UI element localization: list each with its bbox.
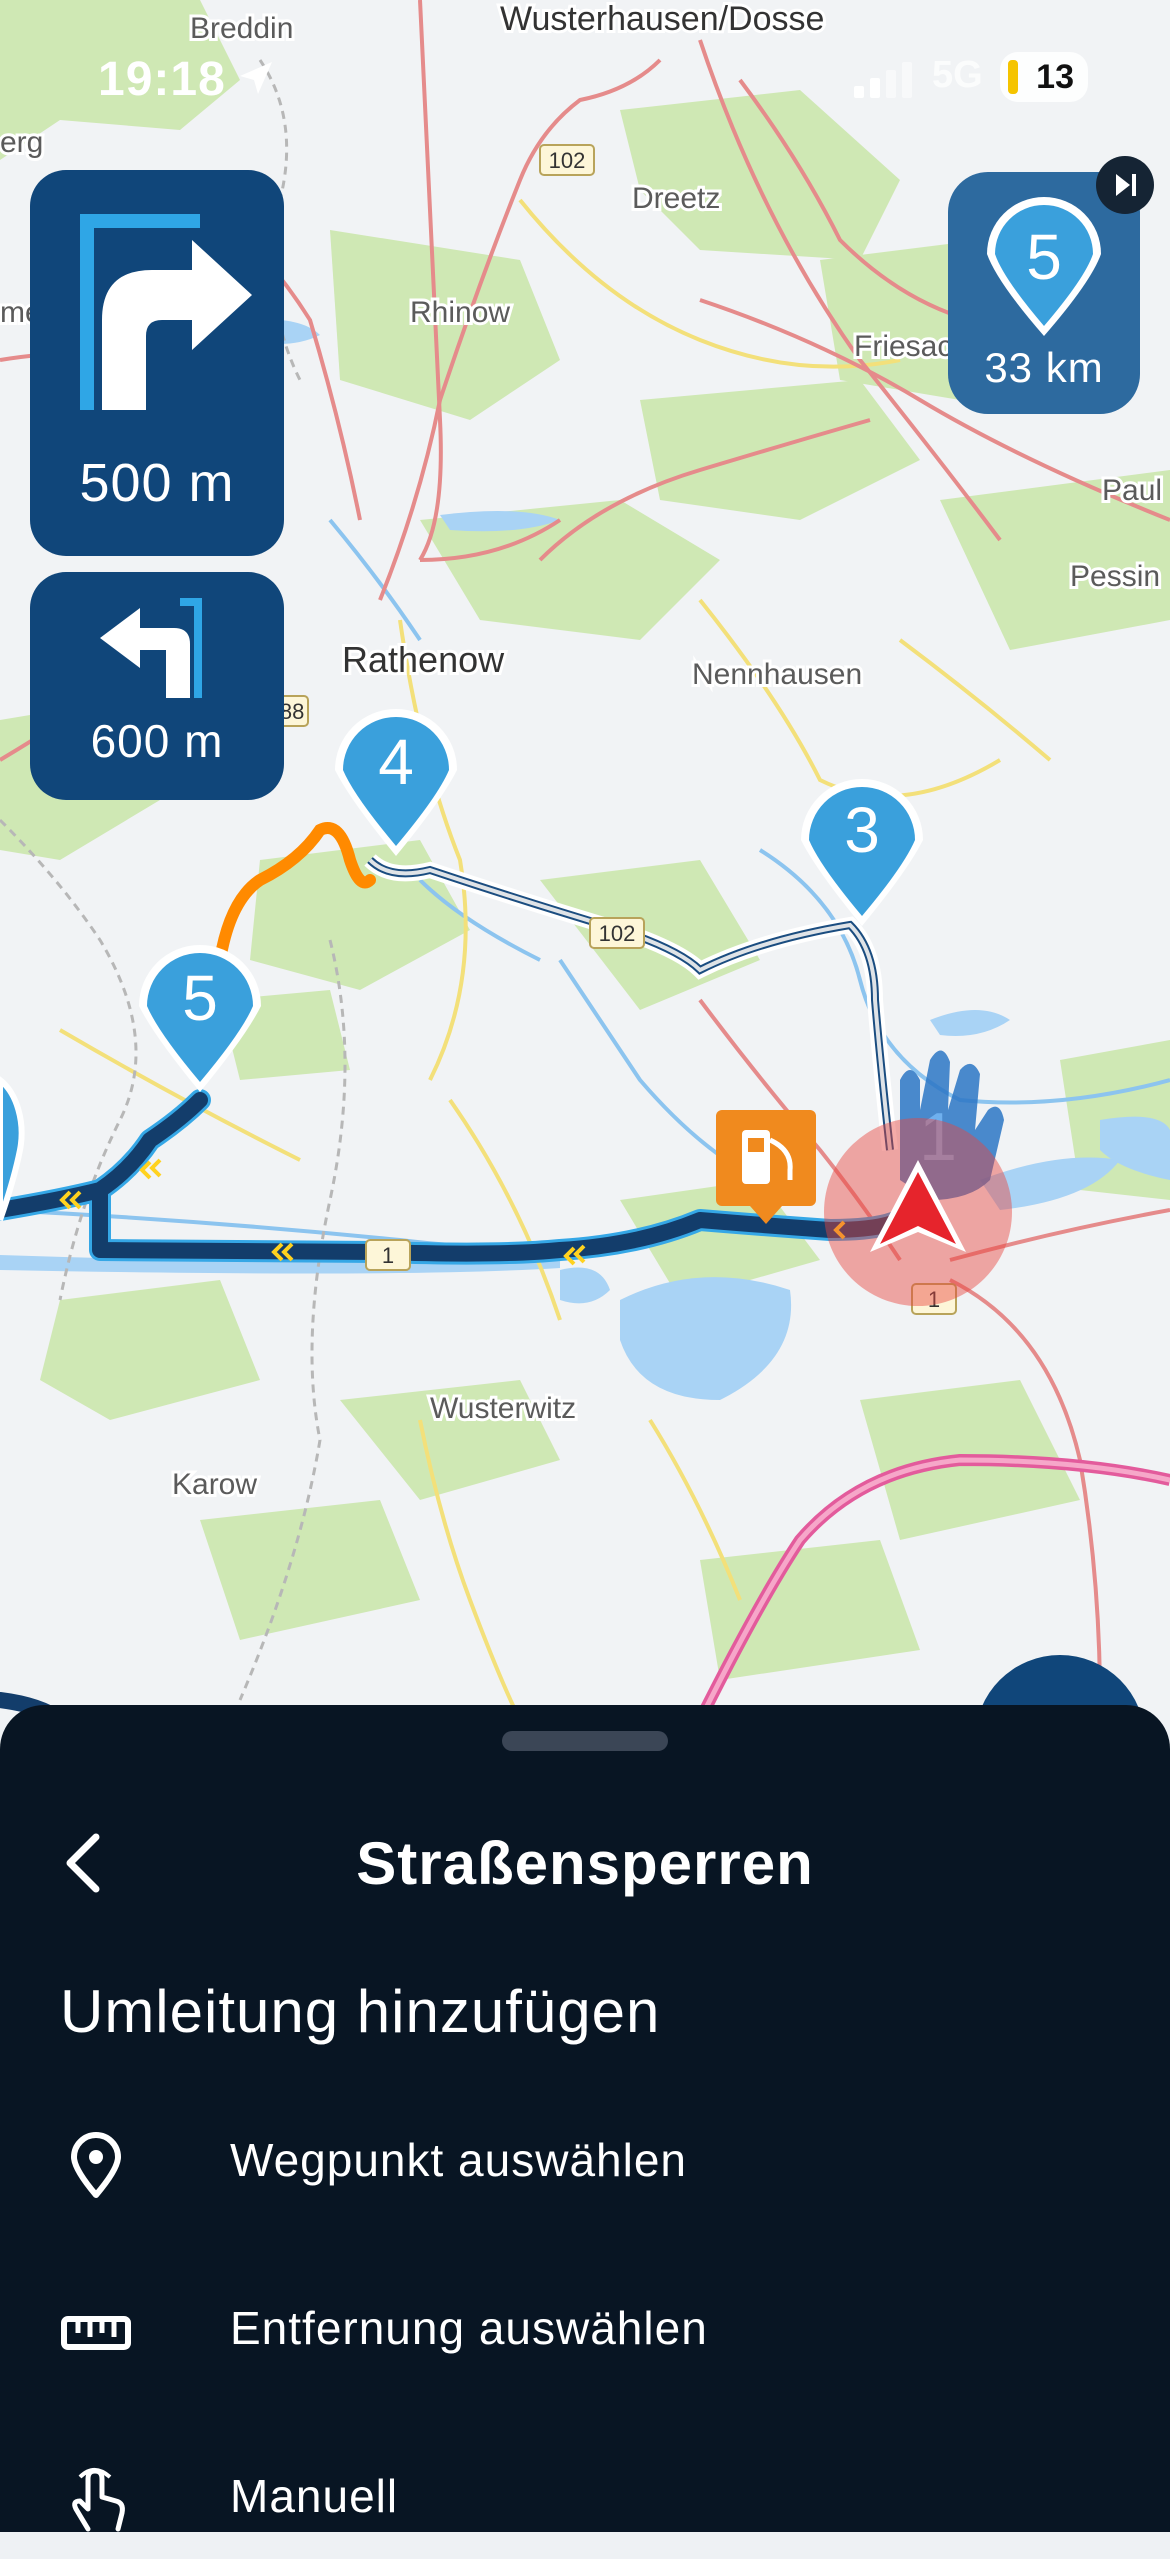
sheet-title: Straßensperren [356, 1830, 814, 1897]
svg-text:Pessin: Pessin [1070, 560, 1160, 593]
signal-icon [854, 62, 912, 98]
svg-text:3: 3 [844, 794, 880, 866]
svg-text:102: 102 [599, 921, 636, 946]
map-pin-icon [71, 2132, 121, 2198]
turn-right-icon [80, 214, 252, 410]
svg-text:Paul: Paul [1102, 474, 1162, 507]
battery-level: 13 [1036, 57, 1074, 96]
next-turn-card[interactable]: 500 m [30, 170, 284, 556]
option-label: Manuell [230, 2470, 399, 2522]
hand-pointer-icon [72, 2468, 125, 2532]
svg-text:Rathenow: Rathenow [342, 639, 505, 680]
then-turn-distance: 600 m [90, 715, 224, 767]
option-label: Wegpunkt auswählen [230, 2134, 687, 2186]
svg-text:Wusterhausen/Dosse: Wusterhausen/Dosse [500, 0, 824, 38]
svg-text:Wusterwitz: Wusterwitz [430, 1392, 576, 1425]
sheet-subtitle: Umleitung hinzufügen [60, 1978, 661, 2045]
option-manual[interactable]: Manuell [0, 2439, 1170, 2559]
option-select-waypoint[interactable]: Wegpunkt auswählen [0, 2103, 1170, 2223]
svg-text:Breddin: Breddin [190, 12, 293, 45]
skip-next-icon [1116, 174, 1136, 196]
svg-text:erg: erg [0, 126, 43, 159]
svg-text:102: 102 [549, 148, 586, 173]
next-waypoint-distance: 33 km [984, 344, 1104, 391]
next-waypoint-number: 5 [1026, 221, 1062, 293]
option-select-distance[interactable]: Entfernung auswählen [0, 2271, 1170, 2391]
then-turn-card[interactable]: 600 m [30, 572, 284, 800]
option-label: Entfernung auswählen [230, 2302, 708, 2354]
status-bar: 19:18 5G 13 [0, 52, 1170, 108]
svg-text:Dreetz: Dreetz [632, 182, 720, 215]
skip-waypoint-button[interactable] [1096, 156, 1154, 214]
svg-text:1: 1 [382, 1243, 394, 1268]
next-turn-distance: 500 m [79, 453, 235, 513]
svg-text:5: 5 [182, 962, 218, 1034]
network-type: 5G [932, 54, 983, 96]
svg-text:4: 4 [378, 726, 414, 798]
roadblock-sheet: Straßensperren Umleitung hinzufügen Wegp… [0, 1705, 1170, 2532]
battery-icon: 13 [1000, 52, 1088, 102]
turn-left-icon [100, 598, 202, 698]
location-arrow-icon [240, 62, 272, 94]
svg-text:Karow: Karow [172, 1468, 257, 1501]
status-time: 19:18 [98, 53, 226, 106]
current-position-marker [824, 1118, 1012, 1306]
svg-text:Rhinow: Rhinow [410, 296, 510, 329]
sheet-drag-handle[interactable] [502, 1731, 668, 1751]
ruler-icon [61, 2316, 131, 2350]
svg-text:Nennhausen: Nennhausen [692, 658, 862, 691]
